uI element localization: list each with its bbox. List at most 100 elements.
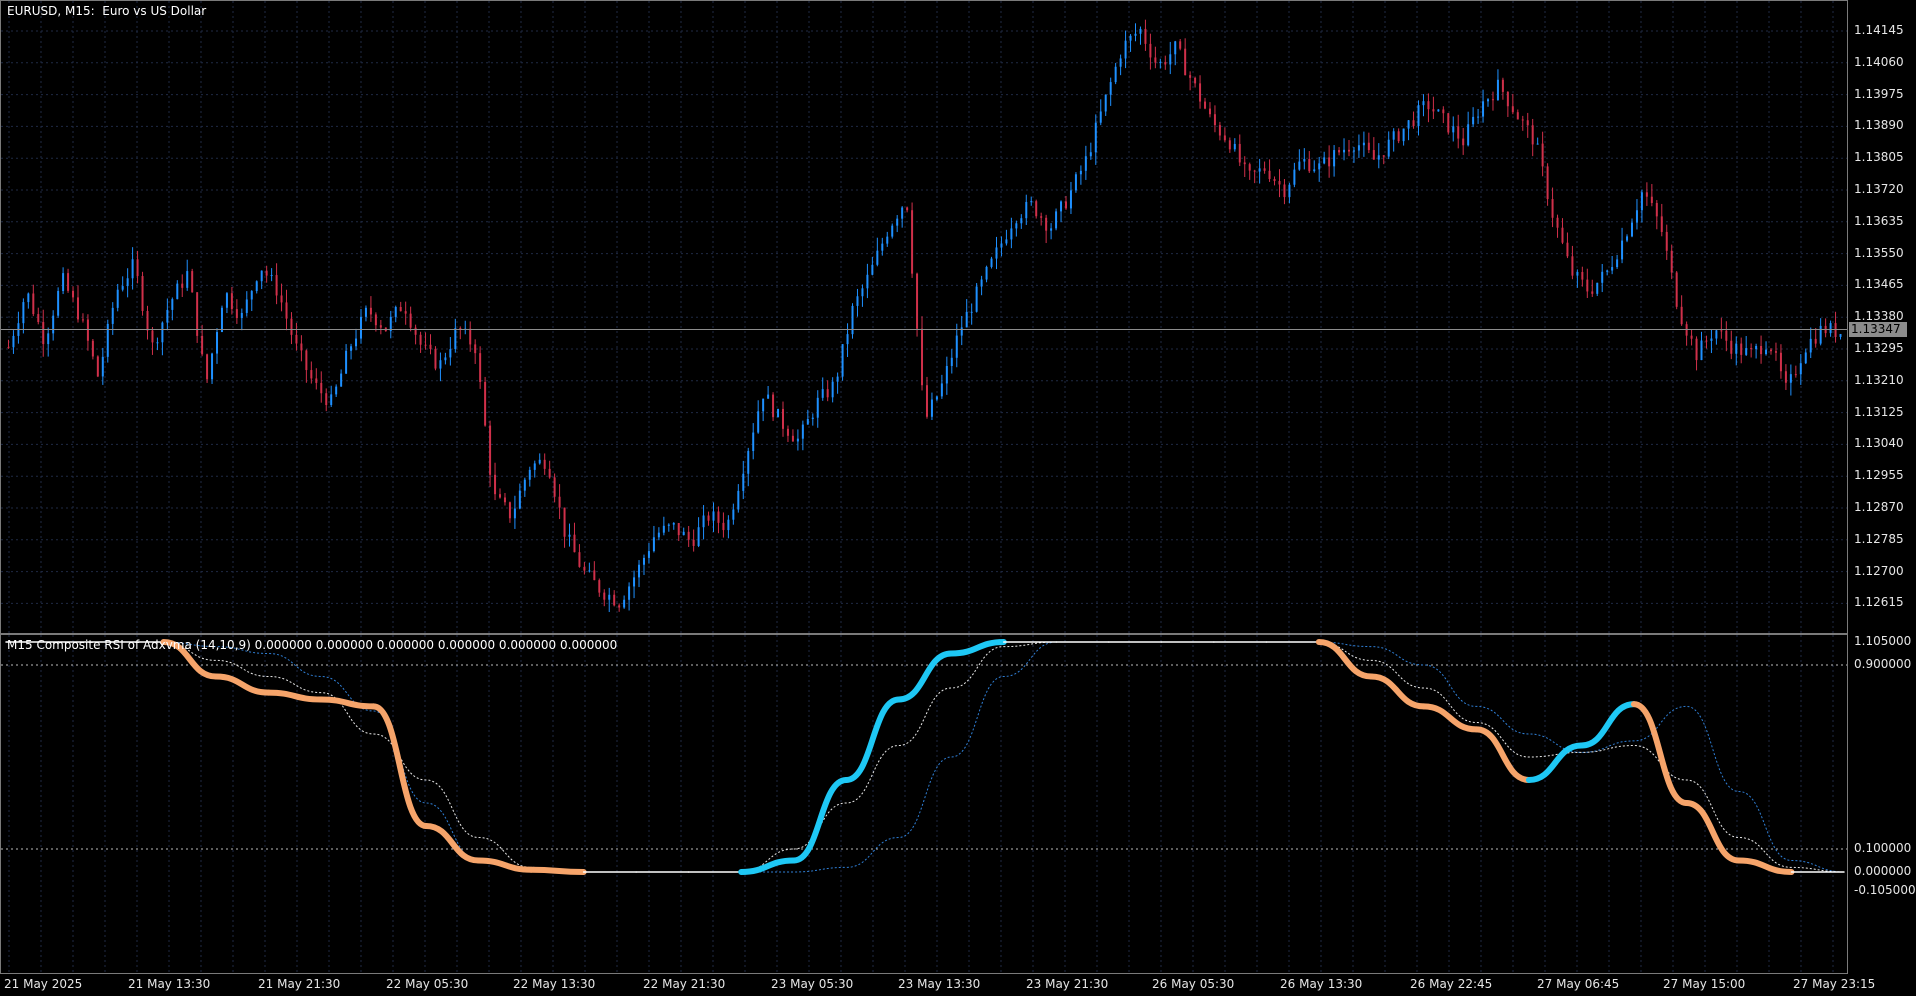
candle-body <box>57 291 60 316</box>
candle-body <box>1417 105 1420 127</box>
candle-body <box>305 350 308 371</box>
candle-body <box>1372 150 1375 160</box>
candle-body <box>1665 231 1668 251</box>
candle-body <box>806 419 809 425</box>
candle-body <box>1397 131 1400 142</box>
composite-rsi-segment <box>265 689 325 703</box>
candle-body <box>891 225 894 237</box>
candle-body <box>474 344 477 354</box>
grid <box>1 1 1847 633</box>
composite-rsi-segment <box>1473 726 1532 783</box>
candle-body <box>1134 33 1137 36</box>
candle-body <box>1774 351 1777 353</box>
candle-body <box>280 295 283 303</box>
candle-body <box>836 376 839 382</box>
candle-body <box>677 522 680 536</box>
time-axis[interactable]: 21 May 2025 21 May 13:30 21 May 21:30 22 Ma… <box>0 974 1875 996</box>
candle-body <box>1745 348 1748 355</box>
candle-body <box>1546 166 1549 200</box>
candle-body <box>156 342 159 344</box>
candle-body <box>1571 256 1574 276</box>
candle-body <box>1839 334 1842 337</box>
candle-body <box>211 353 214 380</box>
candle-body <box>667 524 670 526</box>
candle-body <box>737 490 740 510</box>
candle-body <box>1477 116 1480 118</box>
candle-body <box>538 459 541 464</box>
time-tick: 21 May 21:30 <box>258 977 341 991</box>
candle-body <box>821 389 824 398</box>
composite-rsi-segment <box>213 673 272 696</box>
candle-body <box>116 289 119 308</box>
candle-body <box>72 290 75 298</box>
candle-body <box>717 511 720 523</box>
candle-body <box>285 302 288 319</box>
candle-body <box>1283 184 1286 198</box>
indicator-pane[interactable]: M15 Composite RSI of Adxvma (14,10,9) 0.… <box>0 634 1848 974</box>
price-tick: 1.12870 <box>1854 500 1904 514</box>
price-chart-pane[interactable]: EURUSD, M15: Euro vs US Dollar <box>0 0 1848 634</box>
candle-body <box>1194 77 1197 84</box>
candle-body <box>1755 345 1758 350</box>
candle-body <box>1084 156 1087 171</box>
candle-body <box>777 408 780 418</box>
candle-body <box>151 330 154 343</box>
candle-body <box>1035 201 1038 217</box>
candle-body <box>548 468 551 478</box>
candle-body <box>747 451 750 474</box>
candle-body <box>201 335 204 355</box>
candle-body <box>796 438 799 442</box>
time-tick: 26 May 05:30 <box>1152 977 1235 991</box>
candle-body <box>216 332 219 354</box>
candle-body <box>230 293 233 310</box>
candle-body <box>146 310 149 331</box>
candle-body <box>692 539 695 546</box>
candle-body <box>1804 352 1807 364</box>
time-tick: 26 May 22:45 <box>1410 977 1493 991</box>
candle-body <box>533 463 536 470</box>
candle-body <box>260 270 263 282</box>
candle-body <box>513 508 516 519</box>
candle-body <box>955 335 958 358</box>
candle-body <box>742 473 745 491</box>
candle-body <box>1566 242 1569 257</box>
candle-body <box>389 316 392 332</box>
candle-body <box>364 307 367 317</box>
candle-body <box>652 537 655 552</box>
candle-body <box>1814 338 1817 344</box>
candle-body <box>647 551 650 558</box>
candle-body <box>1129 35 1132 41</box>
candle-body <box>682 531 685 536</box>
current-price-tag: 1.13347 <box>1849 321 1907 337</box>
candle-body <box>1526 120 1529 126</box>
candle-body <box>846 334 849 345</box>
candle-body <box>1288 184 1291 198</box>
composite-rsi-segment <box>423 823 482 864</box>
candle-body <box>186 271 189 288</box>
candle-body <box>449 349 452 358</box>
candle-body <box>220 307 223 333</box>
candle-body <box>399 306 402 312</box>
candle-body <box>1536 143 1539 145</box>
candle-body <box>1596 282 1599 294</box>
indicator-canvas <box>1 635 1847 973</box>
candle-body <box>1457 126 1460 139</box>
candle-body <box>1770 349 1773 352</box>
price-tick: 1.13635 <box>1854 213 1904 228</box>
candle-body <box>369 307 372 315</box>
candle-body <box>861 288 864 297</box>
candle-body <box>1645 192 1648 197</box>
time-tick: 21 May 2025 <box>4 977 83 991</box>
candle-body <box>1432 109 1435 112</box>
candle-body <box>528 469 531 480</box>
candle-body <box>1139 28 1142 34</box>
candle-body <box>1323 157 1326 164</box>
candle-body <box>1789 374 1792 383</box>
candle-body <box>1487 99 1490 102</box>
candle-body <box>558 496 561 508</box>
composite-rsi-segment <box>1578 701 1637 749</box>
candle-body <box>1779 352 1782 372</box>
price-axis[interactable]: 1.14145 1.14060 1.13975 1.13890 1.13805 1.137… <box>1848 0 1916 974</box>
candle-body <box>394 306 397 317</box>
candle-body <box>786 428 789 436</box>
